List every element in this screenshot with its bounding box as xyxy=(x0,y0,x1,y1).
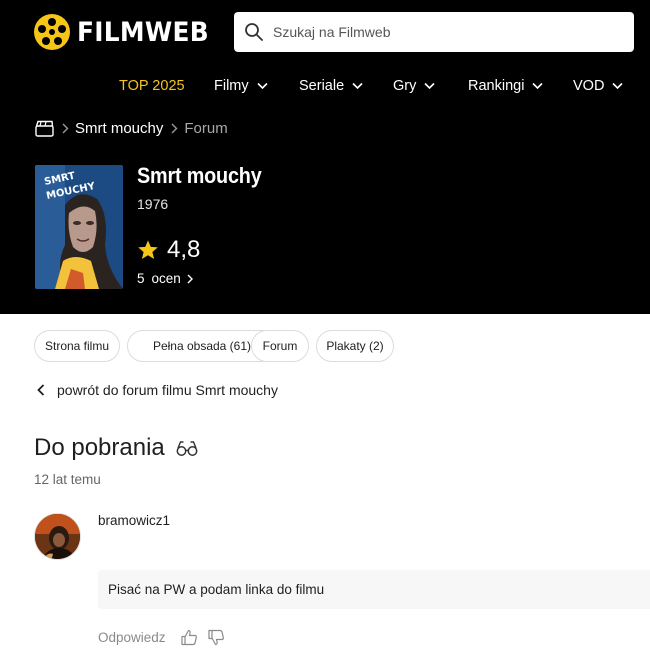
nav-item-seriale[interactable]: Seriale xyxy=(299,78,363,94)
chevron-down-icon xyxy=(257,82,268,90)
chevron-down-icon xyxy=(424,82,435,90)
breadcrumb: Smrt mouchy Forum xyxy=(35,118,228,138)
back-link-label: powrót do forum filmu Smrt mouchy xyxy=(57,382,278,398)
thread-age: 12 lat temu xyxy=(34,472,101,487)
chevron-down-icon xyxy=(352,82,363,90)
breadcrumb-forum[interactable]: Forum xyxy=(184,120,227,137)
nav-label: VOD xyxy=(573,78,605,94)
nav-item-top-2025[interactable]: TOP 2025 xyxy=(119,78,185,94)
tab-plakaty[interactable]: Plakaty (2) xyxy=(316,330,394,362)
movie-rating: 4,8 xyxy=(137,236,200,264)
thumbs-up-icon[interactable] xyxy=(180,629,198,646)
thumbs-down-icon[interactable] xyxy=(207,629,225,646)
brand-name: FILMWEB xyxy=(77,16,209,48)
back-to-forum-link[interactable]: powrót do forum filmu Smrt mouchy xyxy=(37,382,278,398)
chevron-left-icon xyxy=(37,384,45,396)
clapperboard-icon[interactable] xyxy=(35,120,54,137)
votes-label: ocen xyxy=(151,271,181,286)
movie-poster[interactable]: SMRT MOUCHY xyxy=(35,165,123,289)
glasses-icon xyxy=(176,441,198,456)
nav-label: Gry xyxy=(393,78,417,94)
film-reel-icon xyxy=(34,14,70,50)
chevron-right-icon xyxy=(187,274,193,283)
nav-label: Filmy xyxy=(214,78,249,94)
search-input[interactable] xyxy=(273,24,613,40)
nav-label: Seriale xyxy=(299,78,345,94)
site-header: FILMWEB TOP 2025 Filmy Seriale Gry Ranki… xyxy=(0,0,650,314)
nav-item-vod[interactable]: VOD xyxy=(573,78,623,94)
filmweb-logo[interactable]: FILMWEB xyxy=(34,13,220,51)
chevron-down-icon xyxy=(532,82,543,90)
post-actions: Odpowiedz xyxy=(98,629,225,646)
nav-item-rankingi[interactable]: Rankingi xyxy=(468,78,543,94)
reply-button[interactable]: Odpowiedz xyxy=(98,630,166,645)
search-icon xyxy=(245,23,263,41)
tab-forum[interactable]: Forum xyxy=(251,330,309,362)
breadcrumb-film[interactable]: Smrt mouchy xyxy=(75,120,163,137)
votes-count: 5 xyxy=(137,271,145,286)
nav-item-filmy[interactable]: Filmy xyxy=(214,78,268,94)
chevron-right-icon xyxy=(171,123,178,133)
nav-label: Rankingi xyxy=(468,78,525,94)
tab-strona-filmu[interactable]: Strona filmu xyxy=(34,330,120,362)
post-text: Pisać na PW a podam linka do filmu xyxy=(108,582,325,597)
rating-value: 4,8 xyxy=(167,236,201,263)
star-icon xyxy=(138,240,158,259)
search-box[interactable] xyxy=(234,12,634,52)
movie-title[interactable]: Smrt mouchy xyxy=(137,163,262,189)
thread-title: Do pobrania xyxy=(34,434,165,461)
nav-label: TOP 2025 xyxy=(119,78,185,94)
movie-year: 1976 xyxy=(137,196,169,212)
post-body: Pisać na PW a podam linka do filmu xyxy=(98,570,650,609)
avatar[interactable] xyxy=(34,513,81,560)
avatar-image xyxy=(35,514,80,559)
chevron-right-icon xyxy=(62,123,69,133)
post-author[interactable]: bramowicz1 xyxy=(98,513,170,528)
nav-item-gry[interactable]: Gry xyxy=(393,78,435,94)
poster-image: SMRT MOUCHY xyxy=(35,165,123,289)
votes-link[interactable]: 5 ocen xyxy=(137,271,193,286)
chevron-down-icon xyxy=(612,82,623,90)
